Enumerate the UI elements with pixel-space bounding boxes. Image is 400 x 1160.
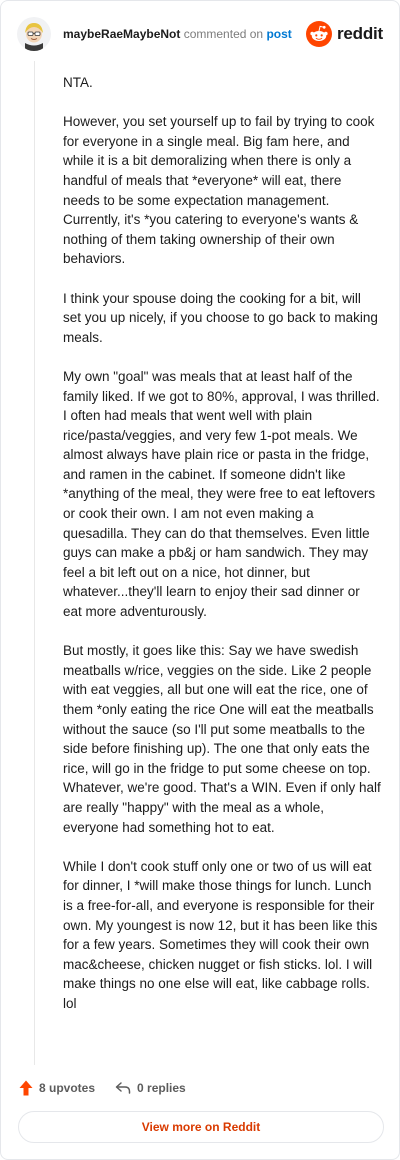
post-link[interactable]: post (266, 27, 291, 41)
thread-line (34, 61, 35, 1065)
comment-paragraph: I think your spouse doing the cooking fo… (63, 290, 378, 345)
reply-label: 0 replies (137, 1081, 186, 1095)
reddit-snoo-icon (305, 21, 332, 47)
comment-attribution: maybeRaeMaybeNot commented on post (63, 27, 292, 41)
view-more-button[interactable]: View more on Reddit (18, 1111, 384, 1143)
author-username[interactable]: maybeRaeMaybeNot (63, 27, 180, 41)
comment-paragraph: NTA. (63, 75, 93, 90)
reply-arrow-icon (115, 1082, 131, 1094)
comment-footer: 8 upvotes 0 replies (19, 1077, 186, 1099)
comment-paragraph: My own "goal" was meals that at least ha… (63, 368, 380, 620)
user-avatar[interactable] (17, 17, 51, 51)
upvote-label: 8 upvotes (39, 1081, 96, 1095)
attribution-action: commented on (183, 27, 264, 41)
comment-body: NTA. However, you set yourself up to fai… (63, 73, 381, 1033)
reddit-brand[interactable]: reddit (305, 20, 383, 48)
comment-paragraph: But mostly, it goes like this: Say we ha… (63, 643, 381, 835)
comment-card: maybeRaeMaybeNot commented on post reddi… (0, 0, 400, 1160)
comment-header: maybeRaeMaybeNot commented on post reddi… (17, 17, 385, 53)
comment-paragraph: However, you set yourself up to fail by … (63, 114, 375, 267)
upvote-arrow-icon (19, 1080, 33, 1096)
reply-count[interactable]: 0 replies (115, 1081, 186, 1095)
upvote-count[interactable]: 8 upvotes (19, 1080, 95, 1096)
reddit-wordmark: reddit (336, 24, 383, 43)
comment-paragraph: While I don't cook stuff only one or two… (63, 858, 378, 1011)
